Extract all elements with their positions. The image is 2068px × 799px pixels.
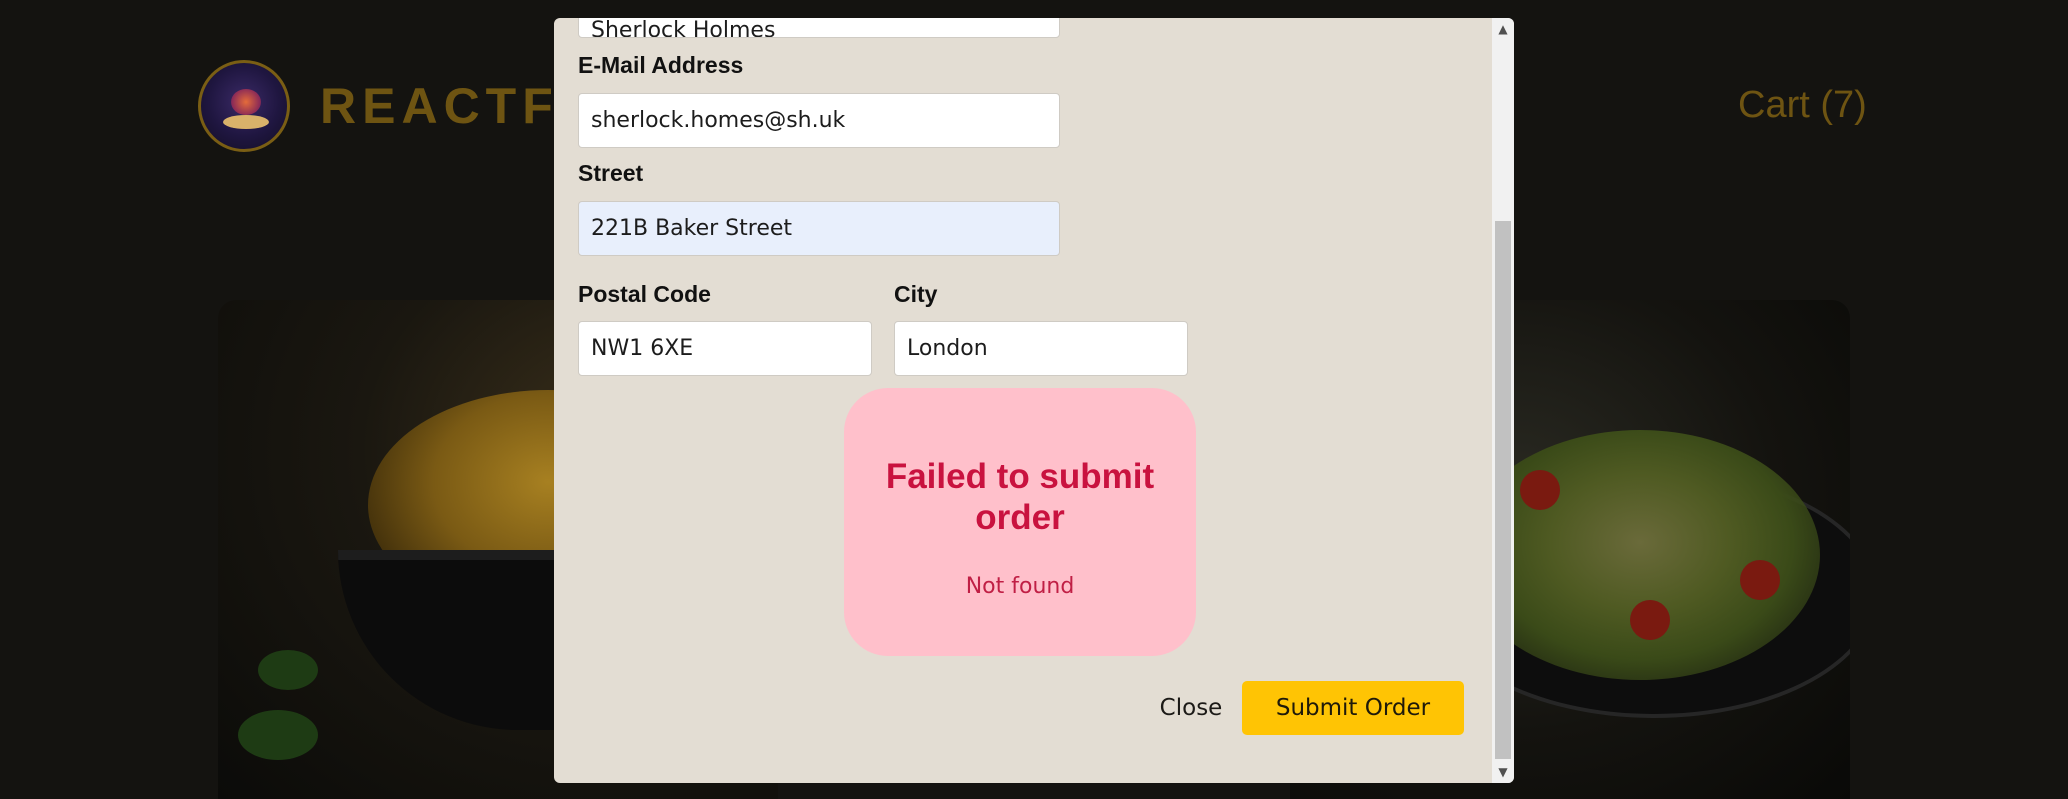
city-field[interactable]: London xyxy=(894,321,1188,376)
scroll-thumb[interactable] xyxy=(1495,221,1511,759)
page: REACTFO Cart (7) Sherlock Holmes E-Mail … xyxy=(0,0,2068,799)
full-name-field[interactable]: Sherlock Holmes xyxy=(578,18,1060,38)
close-button[interactable]: Close xyxy=(1134,681,1248,735)
postal-code-field[interactable]: NW1 6XE xyxy=(578,321,872,376)
postal-code-label: Postal Code xyxy=(578,281,711,307)
email-value: sherlock.homes@sh.uk xyxy=(591,108,846,133)
error-message-box: Failed to submit order Not found xyxy=(844,388,1196,656)
scroll-up-arrow-icon[interactable]: ▲ xyxy=(1492,18,1514,40)
error-title: Failed to submit order xyxy=(885,457,1155,537)
modal-scrollbar[interactable]: ▲ ▼ xyxy=(1492,18,1514,783)
error-message: Not found xyxy=(965,574,1075,599)
checkout-form: Sherlock Holmes E-Mail Address sherlock.… xyxy=(554,18,1492,783)
submit-order-button[interactable]: Submit Order xyxy=(1242,681,1464,735)
checkout-modal: Sherlock Holmes E-Mail Address sherlock.… xyxy=(554,18,1514,783)
full-name-value: Sherlock Holmes xyxy=(591,18,776,38)
street-label: Street xyxy=(578,160,644,186)
email-label: E-Mail Address xyxy=(578,52,744,78)
city-value: London xyxy=(907,336,988,361)
scroll-down-arrow-icon[interactable]: ▼ xyxy=(1492,761,1514,783)
street-value: 221B Baker Street xyxy=(591,216,793,241)
city-label: City xyxy=(894,281,938,307)
email-field[interactable]: sherlock.homes@sh.uk xyxy=(578,93,1060,148)
street-field[interactable]: 221B Baker Street xyxy=(578,201,1060,256)
postal-code-value: NW1 6XE xyxy=(591,336,694,361)
